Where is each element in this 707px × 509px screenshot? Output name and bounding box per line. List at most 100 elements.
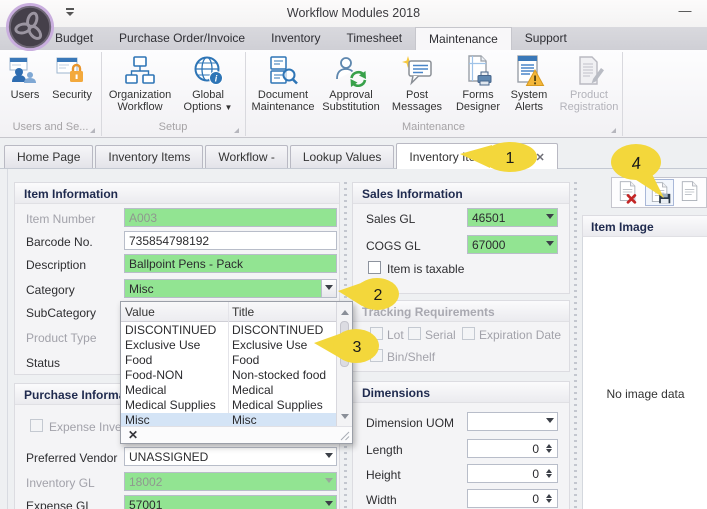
dropdown-row-medical[interactable]: MedicalMedical (121, 383, 336, 398)
post-messages-button[interactable]: Post Messages (385, 54, 449, 118)
resize-grip-icon[interactable] (339, 430, 350, 441)
more-image-button[interactable] (676, 179, 705, 206)
doc-tab-home-page[interactable]: Home Page (4, 145, 93, 168)
width-spinner[interactable]: 0 (467, 489, 558, 508)
scroll-down-icon[interactable] (341, 414, 349, 423)
approval-substitution-button[interactable]: Approval Substitution (319, 54, 383, 118)
doc-tab-inventory-items[interactable]: Inventory Items (95, 145, 203, 168)
dropdown-row-exclusive-use[interactable]: Exclusive UseExclusive Use (121, 338, 336, 353)
dropdown-row-medical-supplies[interactable]: Medical SuppliesMedical Supplies (121, 398, 336, 413)
doc-tab-lookup-values[interactable]: Lookup Values (290, 145, 395, 168)
combo-arrow-icon[interactable] (542, 236, 557, 253)
dimensions-header: Dimensions (353, 382, 569, 403)
users-button[interactable]: Users (4, 54, 46, 118)
group-dialog-launcher-icon[interactable] (90, 128, 95, 133)
callout-2: 2 (336, 276, 400, 314)
combo-arrow-icon[interactable] (542, 413, 557, 430)
page-printer-icon (462, 55, 494, 87)
callout-3: 3 (312, 326, 380, 366)
item-taxable-checkbox[interactable] (368, 261, 381, 274)
expiration-date-checkbox (462, 327, 475, 340)
combo-arrow-icon[interactable] (321, 448, 336, 465)
item-image-header: Item Image (583, 216, 707, 237)
dropdown-row-food-non[interactable]: Food-NONNon-stocked food (121, 368, 336, 383)
minimize-button[interactable]: — (673, 1, 697, 21)
category-dropdown-popup: Value Title DISCONTINUEDDISCONTINUED Exc… (120, 301, 353, 444)
height-spinner[interactable]: 0 (467, 464, 558, 483)
globe-options-icon: i (192, 55, 224, 87)
dimension-uom-label: Dimension UOM (366, 416, 454, 430)
group-dialog-launcher-icon[interactable] (234, 128, 239, 133)
description-field[interactable]: Ballpoint Pens - Pack (124, 254, 337, 273)
system-alerts-button[interactable]: System Alerts (501, 54, 557, 118)
group-dialog-launcher-icon[interactable] (611, 128, 616, 133)
ribbon-tab-inventory[interactable]: Inventory (258, 27, 333, 50)
person-swap-icon (335, 55, 367, 87)
description-label: Description (26, 258, 86, 272)
security-lock-icon (56, 55, 88, 87)
ribbon-tab-purchase-order-invoice[interactable]: Purchase Order/Invoice (106, 27, 258, 50)
document-icon (678, 180, 702, 204)
height-label: Height (366, 468, 401, 482)
spinner-arrows-icon[interactable] (542, 491, 556, 506)
app-logo-icon[interactable] (5, 2, 55, 52)
window-title: Workflow Modules 2018 (0, 6, 707, 20)
dropdown-row-food[interactable]: FoodFood (121, 353, 336, 368)
expense-inventory-checkbox (30, 419, 43, 432)
barcode-label: Barcode No. (26, 235, 93, 249)
combo-arrow-icon (321, 473, 336, 490)
sales-information-header: Sales Information (353, 183, 569, 204)
status-label: Status (26, 356, 60, 370)
document-maintenance-button[interactable]: Document Maintenance (251, 54, 315, 118)
dropdown-arrow-glyph: ▼ (225, 103, 233, 112)
organization-workflow-button[interactable]: Organization Workflow (104, 54, 176, 118)
expiration-date-label: Expiration Date (479, 328, 561, 342)
security-button[interactable]: Security (48, 54, 96, 118)
app-window: Workflow Modules 2018 — Budget Purchase … (0, 0, 707, 509)
column-header-title[interactable]: Title (232, 305, 254, 319)
combo-arrow-icon[interactable] (321, 496, 336, 509)
ribbon-group-users-security: Users and Se... (0, 121, 101, 136)
spinner-arrows-icon[interactable] (542, 466, 556, 481)
document-search-icon (267, 55, 299, 87)
expense-gl-label: Expense GL (26, 499, 92, 509)
vertical-splitter[interactable] (574, 182, 577, 509)
item-number-label: Item Number (26, 212, 95, 226)
clear-selection-icon[interactable]: ✕ (128, 428, 138, 442)
ribbon-tab-row: Budget Purchase Order/Invoice Inventory … (0, 27, 707, 50)
category-dropdown-arrow-icon[interactable] (321, 280, 336, 297)
product-registration-button: Product Registration (557, 54, 621, 118)
dropdown-row-discontinued[interactable]: DISCONTINUEDDISCONTINUED (121, 323, 336, 338)
cogs-gl-label: COGS GL (366, 239, 421, 253)
spinner-arrows-icon[interactable] (542, 441, 556, 456)
ribbon-tab-maintenance[interactable]: Maintenance (415, 27, 512, 50)
expense-gl-combo[interactable]: 57001 (124, 495, 337, 509)
dimension-uom-combo[interactable] (467, 412, 558, 431)
users-icon (9, 55, 41, 87)
ribbon-tab-timesheet[interactable]: Timesheet (333, 27, 415, 50)
ribbon-group-maintenance: Maintenance (245, 121, 622, 136)
lot-label: Lot (387, 328, 404, 342)
subcategory-label: SubCategory (26, 306, 96, 320)
category-label: Category (26, 283, 75, 297)
global-options-button[interactable]: i Global Options ▼ (178, 54, 238, 118)
cogs-gl-combo[interactable]: 67000 (467, 235, 558, 254)
item-information-header: Item Information (15, 183, 339, 204)
combo-arrow-icon[interactable] (542, 209, 557, 226)
category-combo[interactable]: Misc (124, 279, 337, 298)
ribbon-group-setup: Setup (101, 121, 245, 136)
column-header-value[interactable]: Value (125, 305, 155, 319)
barcode-field[interactable]: 735854798192 (124, 231, 337, 250)
callout-4: 4 (606, 142, 670, 202)
doc-tab-workflow[interactable]: Workflow - (205, 145, 287, 168)
forms-designer-button[interactable]: Forms Designer (447, 54, 509, 118)
length-spinner[interactable]: 0 (467, 439, 558, 458)
ribbon-body: Users Security Users and Se... (0, 50, 707, 138)
preferred-vendor-combo[interactable]: UNASSIGNED (124, 447, 337, 466)
item-number-field: A003 (124, 208, 337, 227)
item-taxable-label: Item is taxable (387, 262, 464, 276)
sales-gl-combo[interactable]: 46501 (467, 208, 558, 227)
quick-access-dropdown-icon[interactable] (66, 8, 75, 20)
width-label: Width (366, 493, 397, 507)
ribbon-tab-support[interactable]: Support (512, 27, 580, 50)
